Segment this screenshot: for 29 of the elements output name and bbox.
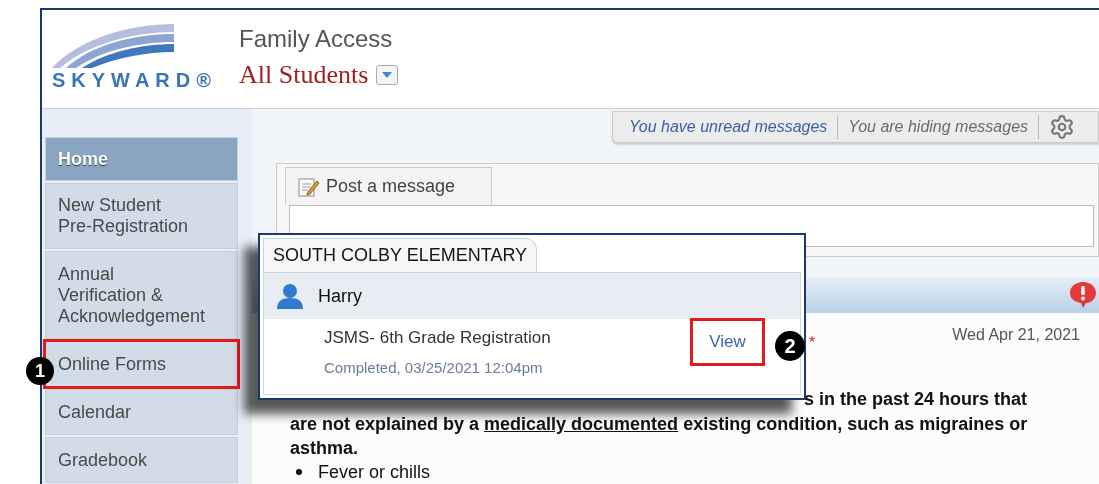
form-title: JSMS- 6th Grade Registration	[324, 327, 551, 349]
student-name: Harry	[318, 284, 362, 308]
post-message-tab[interactable]: Post a message	[285, 167, 492, 205]
bullet-icon	[296, 469, 302, 475]
school-tab[interactable]: SOUTH COLBY ELEMENTARY	[263, 238, 538, 272]
alert-bubble-icon	[1069, 281, 1097, 309]
view-link[interactable]: View	[690, 318, 765, 366]
student-selector[interactable]: All Students	[238, 60, 369, 90]
message-date: Wed Apr 21, 2021	[952, 325, 1080, 345]
message-bar-link[interactable]: You are hiding messages	[848, 115, 1029, 139]
note-pencil-icon	[298, 175, 320, 198]
caret-icon	[382, 72, 393, 78]
sidebar-item[interactable]: Calendar	[45, 389, 238, 435]
sidebar-item[interactable]: Annual Verification & Acknowledgement	[45, 251, 238, 339]
person-icon	[276, 283, 304, 309]
logo-arcs-icon	[50, 22, 174, 68]
list-item: Fever or chills	[318, 461, 431, 484]
settings-icon[interactable]	[1049, 114, 1076, 140]
message-bar-link[interactable]: You have unread messages	[629, 115, 828, 139]
app-title: Family Access	[238, 24, 394, 54]
required-mark: *	[809, 335, 816, 351]
sidebar-item[interactable]: Gradebook	[45, 437, 238, 483]
message-paragraph: are not explained by a medically documented existing condition, such as migraines or asthma.	[290, 413, 1029, 460]
student-dropdown-button[interactable]	[376, 65, 399, 85]
sidebar-item[interactable]: New Student Pre-Registration	[45, 183, 238, 249]
sidebar-item[interactable]: Online Forms	[45, 341, 238, 387]
callout-number: 1	[26, 357, 54, 385]
logo-text: SKYWARD®	[52, 68, 217, 92]
form-status: Completed, 03/25/2021 12:04pm	[324, 358, 544, 378]
